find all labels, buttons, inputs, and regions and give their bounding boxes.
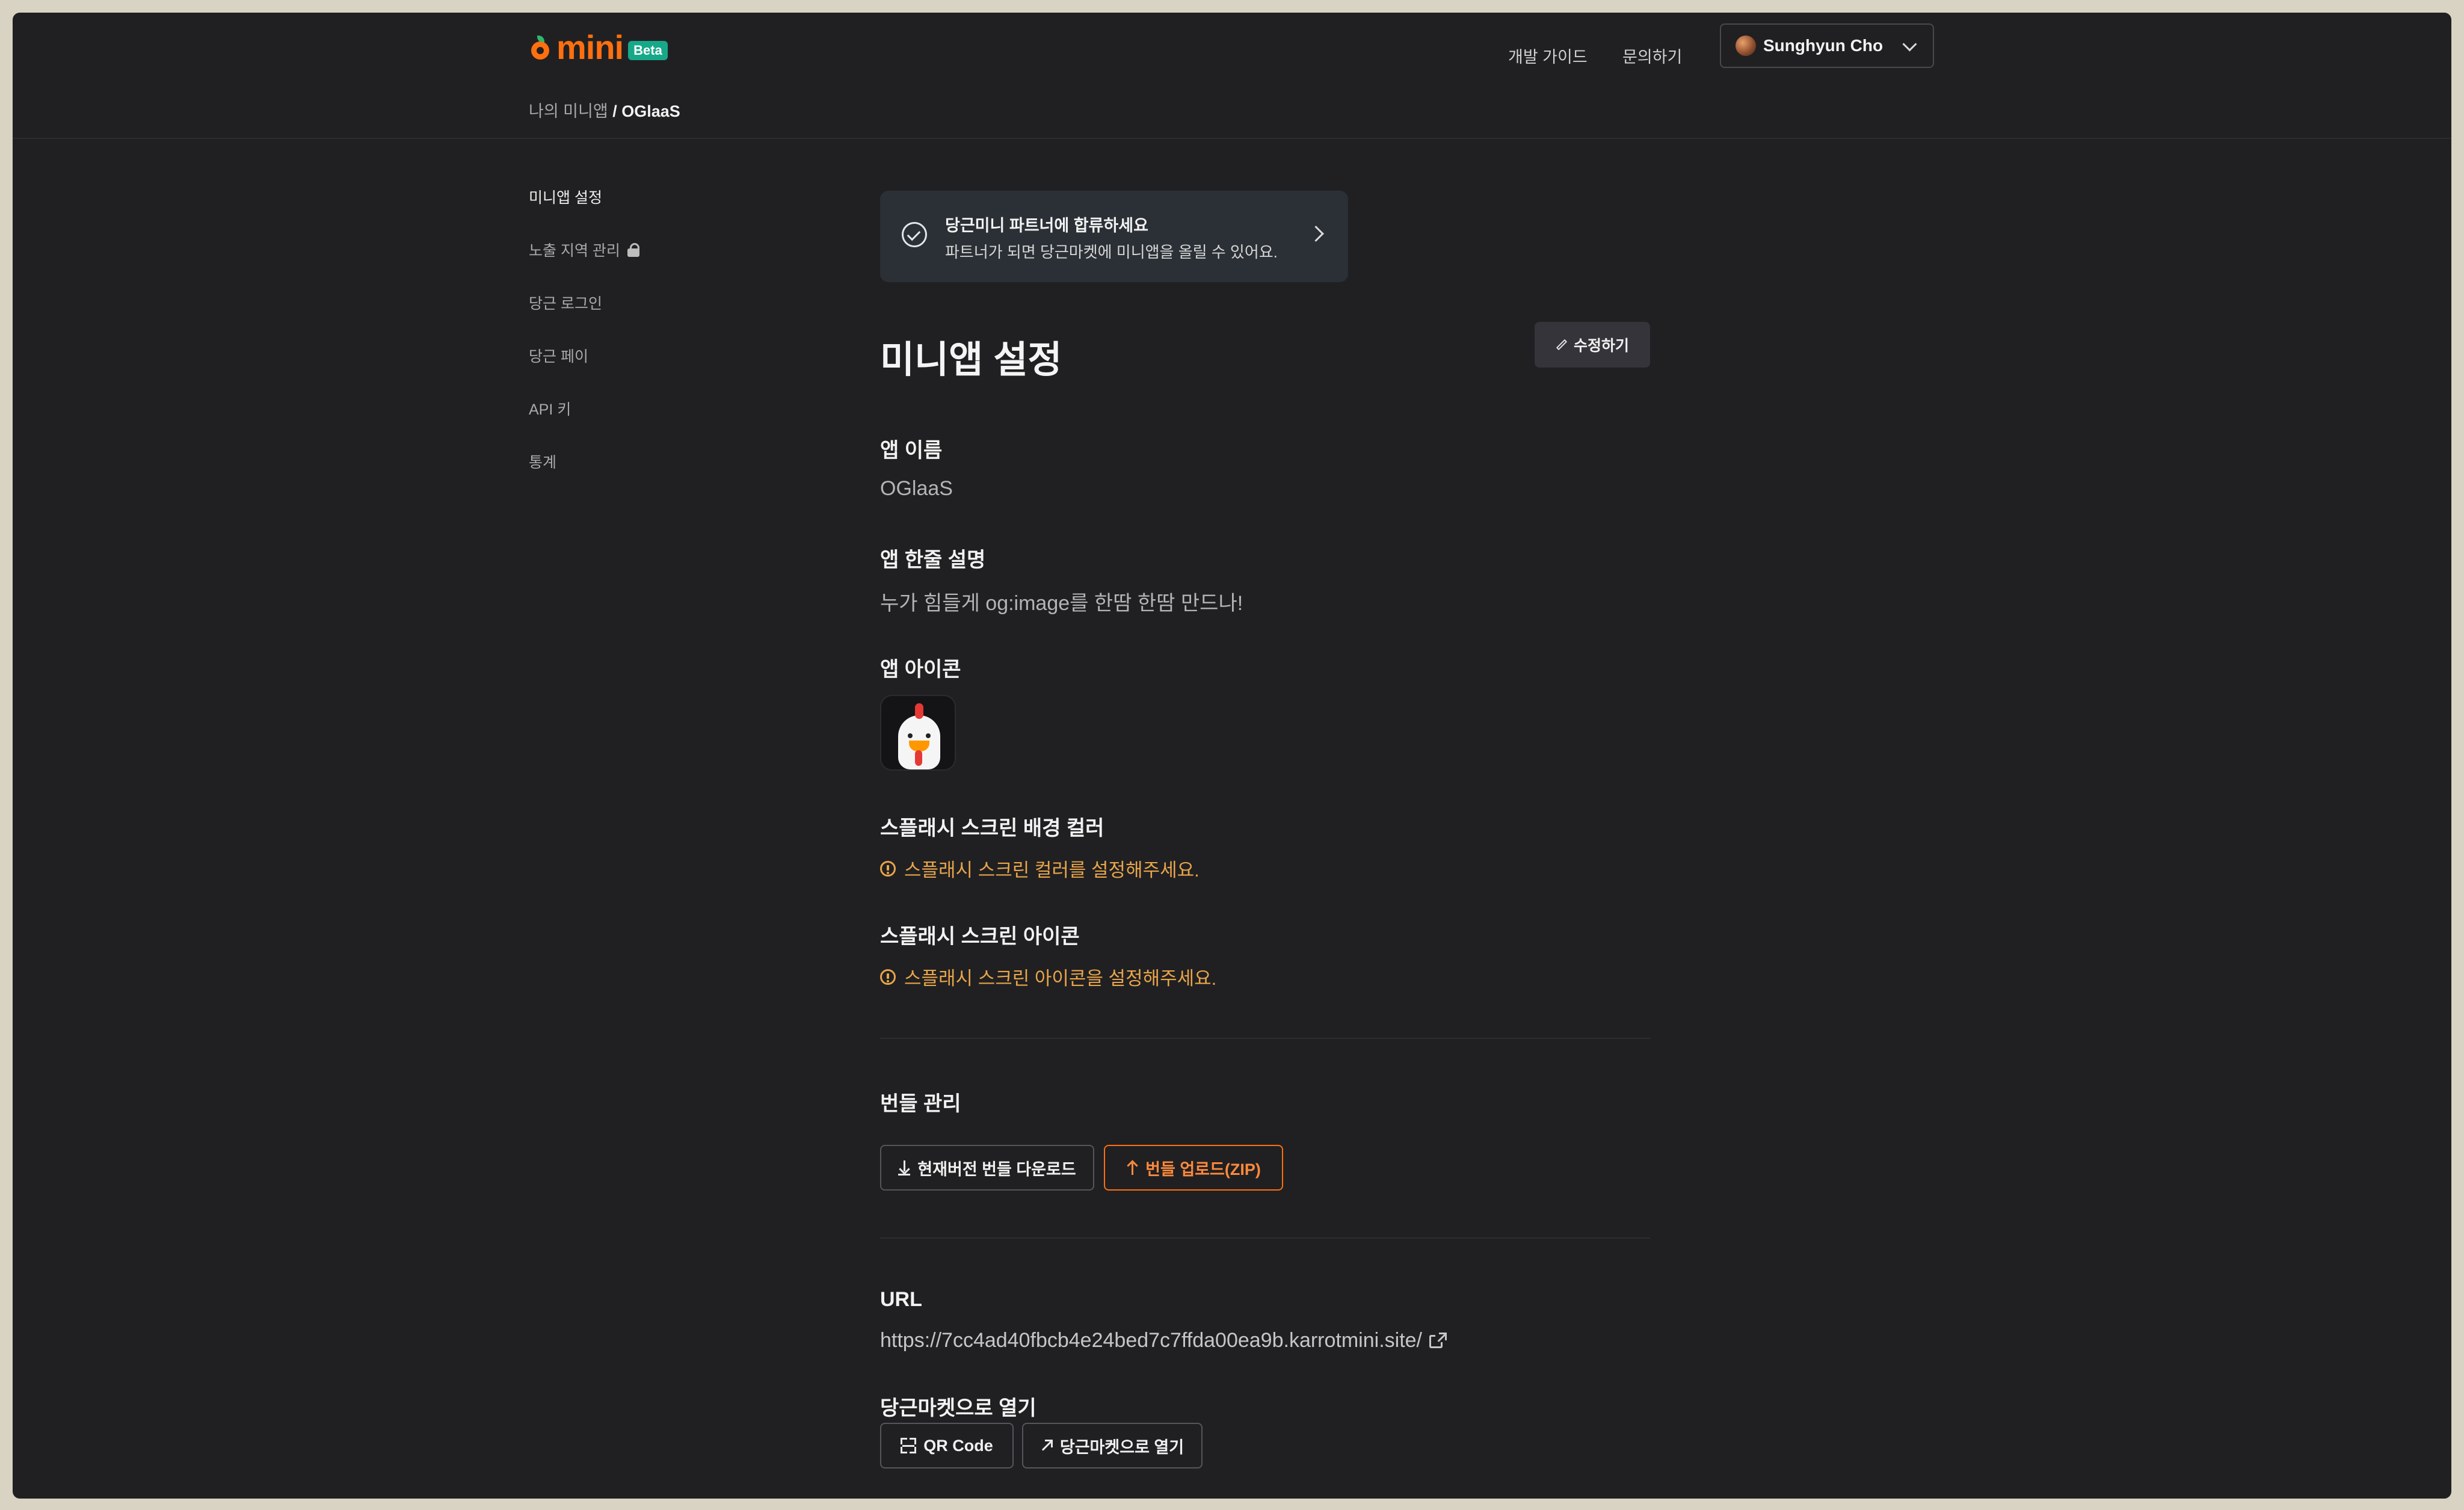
app-name-value: OGlaaS <box>880 477 953 500</box>
upload-bundle-button[interactable]: 번들 업로드(ZIP) <box>1104 1145 1283 1191</box>
sidebar-item-label: API 키 <box>529 401 571 418</box>
download-bundle-button[interactable]: 현재버전 번들 다운로드 <box>880 1145 1094 1191</box>
sidebar-item-stats[interactable]: 통계 <box>529 451 556 472</box>
edit-button[interactable]: 수정하기 <box>1535 322 1650 368</box>
user-name: Sunghyun Cho <box>1763 36 1883 55</box>
app-name-label: 앱 이름 <box>880 439 943 462</box>
sidebar-item-pay[interactable]: 당근 페이 <box>529 345 588 366</box>
logo-text: mini <box>556 28 624 66</box>
qr-icon <box>901 1438 917 1453</box>
sidebar-item-login[interactable]: 당근 로그인 <box>529 292 602 313</box>
qr-code-label: QR Code <box>923 1436 993 1455</box>
breadcrumb-parent[interactable]: 나의 미니앱 <box>529 102 608 120</box>
open-karrot-button[interactable]: 당근마켓으로 열기 <box>1022 1423 1203 1468</box>
chevron-right-icon <box>1308 226 1324 242</box>
open-title: 당근마켓으로 열기 <box>880 1397 1036 1420</box>
info-icon <box>880 860 896 877</box>
url-title: URL <box>880 1288 922 1311</box>
sidebar-item-label: 당근 페이 <box>529 348 588 365</box>
splash-color-warning: 스플래시 스크린 컬러를 설정해주세요. <box>880 855 1200 882</box>
nav-contact[interactable]: 문의하기 <box>1622 44 1682 67</box>
sidebar-item-label: 통계 <box>529 454 557 471</box>
open-karrot-label: 당근마켓으로 열기 <box>1059 1438 1184 1456</box>
carrot-logo-icon <box>529 35 553 60</box>
sidebar-item-label: 미니앱 설정 <box>529 190 602 206</box>
mini-logo[interactable]: mini Beta <box>529 31 668 64</box>
splash-color-label: 스플래시 스크린 배경 컬러 <box>880 817 1104 840</box>
app-icon-image <box>880 695 956 771</box>
sidebar-item-miniapp-settings[interactable]: 미니앱 설정 <box>529 186 602 208</box>
beta-badge: Beta <box>628 41 668 60</box>
splash-icon-warning-text: 스플래시 스크린 아이콘을 설정해주세요. <box>904 968 1217 989</box>
info-icon <box>880 969 896 985</box>
divider <box>880 1038 1650 1039</box>
breadcrumb-current: OGlaaS <box>621 102 680 120</box>
sidebar-item-api-key[interactable]: API 키 <box>529 398 571 419</box>
user-menu-button[interactable]: Sunghyun Cho <box>1720 23 1934 68</box>
external-link-icon[interactable] <box>1429 1332 1447 1349</box>
sidebar-item-label: 노출 지역 관리 <box>529 242 620 259</box>
app-desc-value: 누가 힘들게 og:image를 한땀 한땀 만드나! <box>880 592 1243 615</box>
check-circle-icon <box>902 222 927 247</box>
sidebar-item-region[interactable]: 노출 지역 관리 <box>529 239 639 260</box>
bundle-title: 번들 관리 <box>880 1092 961 1115</box>
app-window: mini Beta 개발 가이드 문의하기 Sunghyun Cho 나의 미니… <box>13 13 2451 1499</box>
splash-icon-label: 스플래시 스크린 아이콘 <box>880 925 1080 948</box>
partner-banner[interactable]: 당근미니 파트너에 합류하세요 파트너가 되면 당근마켓에 미니앱을 올릴 수 … <box>880 191 1348 282</box>
edit-button-label: 수정하기 <box>1573 337 1629 354</box>
top-header: mini Beta 개발 가이드 문의하기 Sunghyun Cho 나의 미니… <box>13 13 2451 139</box>
avatar <box>1736 35 1756 56</box>
page-title: 미니앱 설정 <box>880 339 1062 381</box>
banner-subtitle: 파트너가 되면 당근마켓에 미니앱을 올릴 수 있어요. <box>945 243 1278 261</box>
pencil-icon <box>1556 339 1568 351</box>
breadcrumb: 나의 미니앱 / OGlaaS <box>529 98 680 122</box>
app-icon-label: 앱 아이콘 <box>880 658 961 681</box>
splash-icon-warning: 스플래시 스크린 아이콘을 설정해주세요. <box>880 963 1216 990</box>
lock-icon <box>627 243 639 257</box>
upload-bundle-label: 번들 업로드(ZIP) <box>1145 1160 1261 1179</box>
miniapp-url-text[interactable]: https://7cc4ad40fbcb4e24bed7c7ffda00ea9b… <box>880 1329 1422 1352</box>
download-icon <box>898 1160 911 1176</box>
divider <box>880 1237 1650 1239</box>
download-bundle-label: 현재버전 번들 다운로드 <box>917 1160 1076 1179</box>
upload-icon <box>1126 1160 1138 1175</box>
nav-dev-guide[interactable]: 개발 가이드 <box>1508 44 1588 67</box>
sidebar-item-label: 당근 로그인 <box>529 295 602 312</box>
breadcrumb-separator: / <box>608 102 622 120</box>
app-desc-label: 앱 한줄 설명 <box>880 549 986 572</box>
qr-code-button[interactable]: QR Code <box>880 1423 1014 1468</box>
chevron-down-icon <box>1902 37 1917 52</box>
arrow-up-right-icon <box>1041 1440 1053 1452</box>
banner-title: 당근미니 파트너에 합류하세요 <box>945 217 1148 235</box>
miniapp-url[interactable]: https://7cc4ad40fbcb4e24bed7c7ffda00ea9b… <box>880 1329 1447 1352</box>
splash-color-warning-text: 스플래시 스크린 컬러를 설정해주세요. <box>904 860 1200 881</box>
